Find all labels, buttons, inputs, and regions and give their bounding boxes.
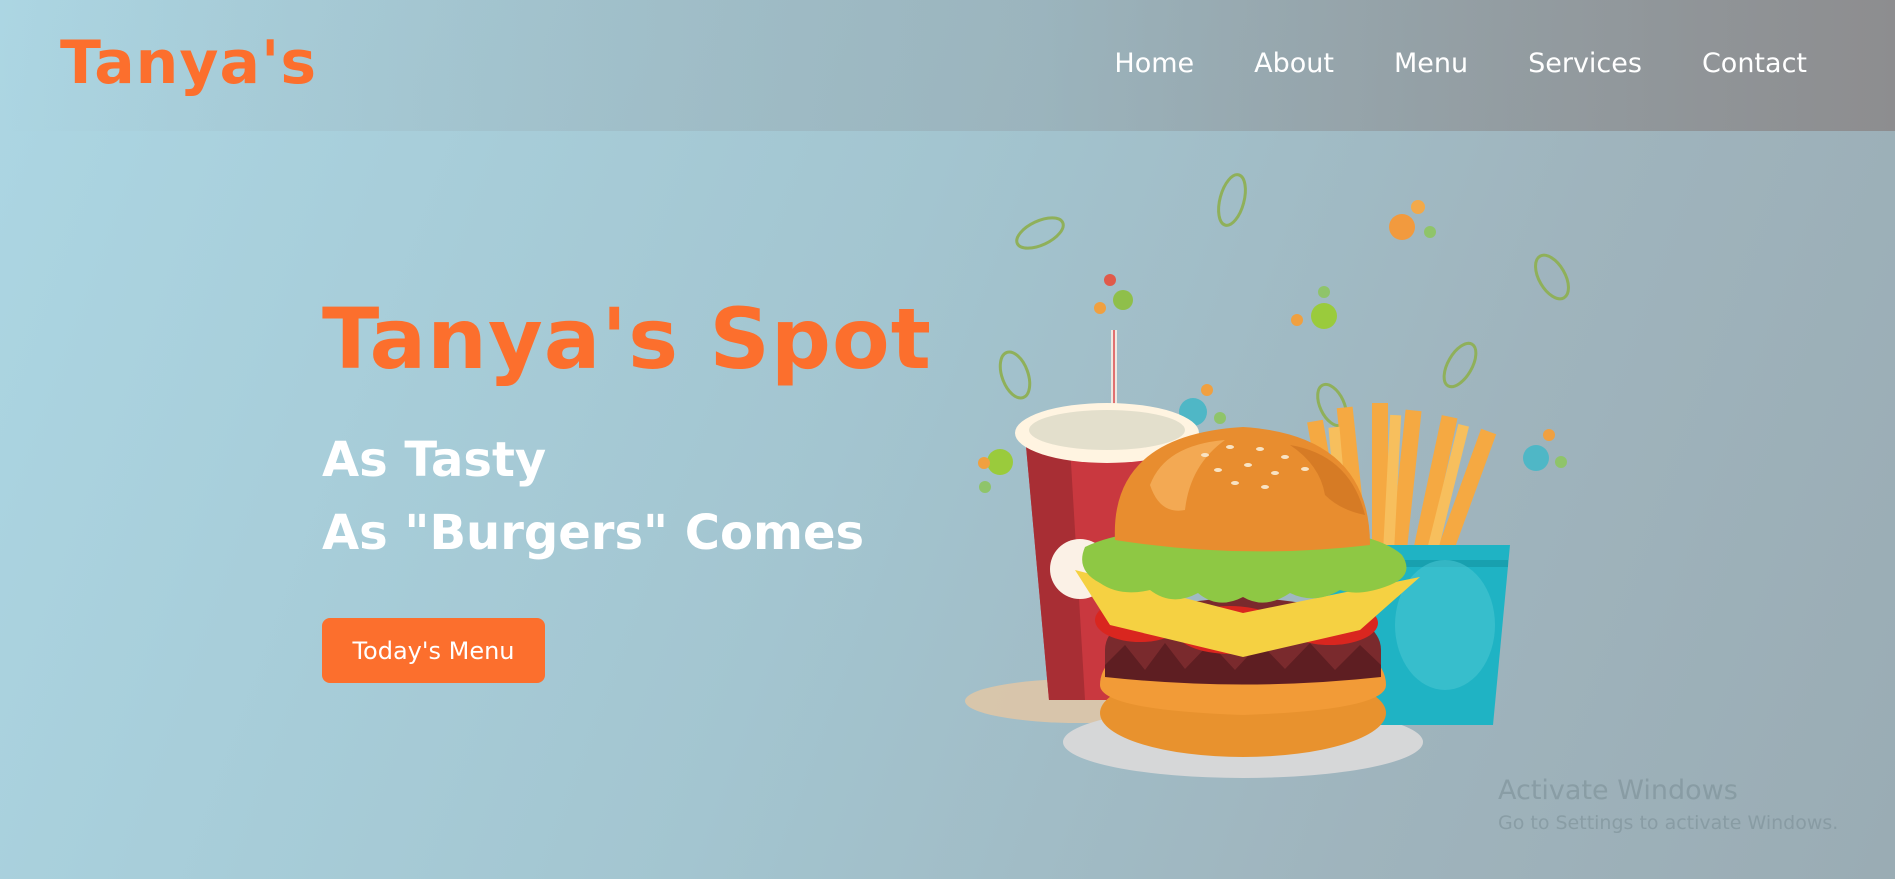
todays-menu-button[interactable]: Today's Menu [322, 618, 545, 683]
hero-tagline-2: As "Burgers" Comes [322, 505, 865, 561]
brand-logo[interactable]: Tanya's [60, 28, 317, 98]
nav-link-services[interactable]: Services [1528, 48, 1642, 79]
nav-links: Home About Menu Services Contact [1114, 48, 1807, 79]
nav-link-home[interactable]: Home [1114, 48, 1194, 79]
nav-link-contact[interactable]: Contact [1702, 48, 1807, 79]
watermark-subtitle: Go to Settings to activate Windows. [1498, 812, 1839, 834]
activate-windows-watermark: Activate Windows Go to Settings to activ… [1498, 775, 1838, 834]
watermark-title: Activate Windows [1498, 775, 1738, 806]
nav-link-menu[interactable]: Menu [1394, 48, 1468, 79]
navbar: Tanya's Home About Menu Services Contact [0, 0, 1895, 131]
hero-title: Tanya's Spot [322, 290, 932, 388]
burger-drink-fries-icon [960, 165, 1580, 799]
nav-link-about[interactable]: About [1254, 48, 1334, 79]
hero-tagline-1: As Tasty [322, 432, 547, 488]
